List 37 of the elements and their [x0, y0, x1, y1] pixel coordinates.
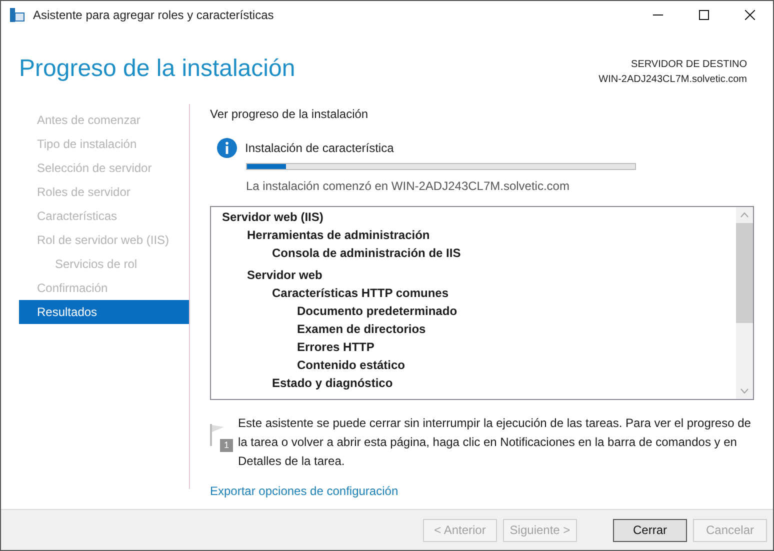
tree-item: Estado y diagnóstico — [272, 375, 393, 392]
sidebar-item[interactable]: Confirmación — [19, 276, 189, 300]
maximize-icon[interactable] — [699, 10, 709, 20]
sidebar-item[interactable]: Roles de servidor — [19, 180, 189, 204]
scroll-thumb[interactable] — [736, 223, 753, 323]
server-label: SERVIDOR DE DESTINO — [631, 58, 747, 72]
sidebar-item[interactable]: Tipo de instalación — [19, 132, 189, 156]
info-icon — [217, 138, 237, 158]
server-name: WIN-2ADJ243CL7M.solvetic.com — [598, 73, 747, 87]
tree-item: Errores HTTP — [297, 339, 374, 356]
tree-item: Servidor web (IIS) — [222, 209, 324, 226]
sidebar-item[interactable]: Características — [19, 204, 189, 228]
tree-item: Documento predeterminado — [297, 303, 458, 320]
page-title: Progreso de la instalación — [19, 55, 296, 83]
scrollbar[interactable] — [736, 207, 753, 399]
started-text: La instalación comenzó en WIN-2ADJ243CL7M.solvetic.com — [246, 178, 570, 195]
sidebar-item[interactable]: Selección de servidor — [19, 156, 189, 180]
flag-icon — [210, 424, 226, 446]
window-title: Asistente para agregar roles y características — [33, 7, 274, 24]
tree-item: Servidor web — [247, 267, 322, 284]
export-link[interactable]: Exportar opciones de configuración — [210, 482, 398, 500]
notification-count: 1 — [220, 439, 233, 452]
tree-item: Contenido estático — [297, 357, 406, 374]
section-heading: Ver progreso de la instalación — [210, 106, 368, 123]
sidebar-item[interactable]: Rol de servidor web (IIS) — [19, 228, 189, 252]
status-text: Instalación de característica — [245, 140, 394, 157]
tree-item: Características HTTP comunes — [272, 285, 449, 302]
sidebar-item[interactable]: Antes de comenzar — [19, 108, 189, 132]
sidebar-item[interactable]: Servicios de rol — [19, 252, 189, 276]
notice-text: Este asistente se puede cerrar sin interrumpir la ejecución de las tareas. Para ver el progreso de la tarea o volver a abrir esta página, haga clic en Notificaciones en la barra de comandos y en Detalles de la tarea. — [238, 415, 752, 470]
close-icon[interactable] — [745, 10, 755, 20]
wizard-icon — [9, 7, 25, 23]
sidebar-item[interactable]: Resultados — [19, 300, 189, 324]
tree-item: Examen de directorios — [297, 321, 426, 338]
tree-item: Consola de administración de IIS — [272, 245, 461, 262]
wizard-button[interactable]: Cerrar — [613, 518, 687, 542]
tree-item: Herramientas de administración — [247, 227, 430, 244]
